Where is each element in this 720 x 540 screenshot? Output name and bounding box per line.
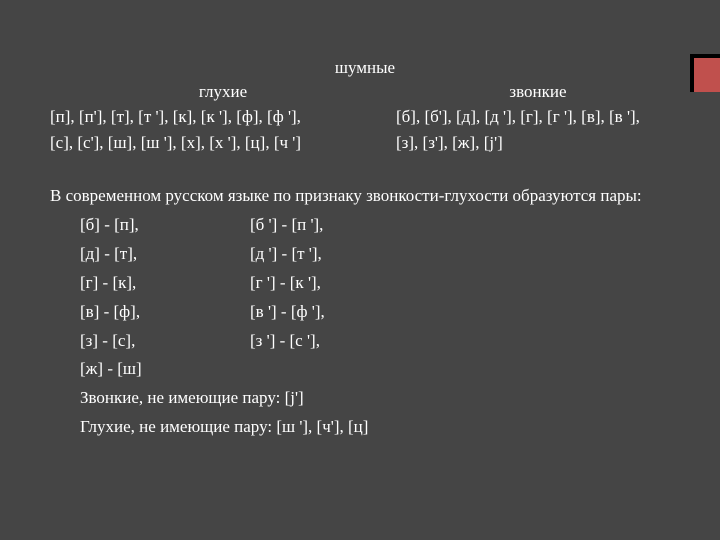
two-columns: глухие [п], [п'], [т], [т '], [к], [к ']… bbox=[50, 82, 680, 157]
col-voiced: звонкие [б], [б'], [д], [д '], [г], [г '… bbox=[396, 82, 680, 157]
pair-right: [д '] - [т '], bbox=[250, 240, 322, 269]
main-title: шумные bbox=[50, 58, 680, 78]
pair-right: [з '] - [с '], bbox=[250, 327, 320, 356]
pair-left: [б] - [п], bbox=[50, 211, 250, 240]
col-voiceless-line1: [п], [п'], [т], [т '], [к], [к '], [ф], … bbox=[50, 104, 396, 130]
pair-row: [з] - [с], [з '] - [с '], bbox=[50, 327, 680, 356]
pairs-list: [б] - [п], [б '] - [п '], [д] - [т], [д … bbox=[50, 211, 680, 384]
pair-left: [з] - [с], bbox=[50, 327, 250, 356]
col-voiceless-head: глухие bbox=[50, 82, 396, 102]
col-voiceless: глухие [п], [п'], [т], [т '], [к], [к ']… bbox=[50, 82, 396, 157]
pair-left: [г] - [к], bbox=[50, 269, 250, 298]
unpaired-voiced: Звонкие, не имеющие пару: [j'] bbox=[50, 384, 680, 413]
col-voiced-head: звонкие bbox=[396, 82, 680, 102]
col-voiced-line1: [б], [б'], [д], [д '], [г], [г '], [в], … bbox=[396, 104, 680, 130]
pair-right: [б '] - [п '], bbox=[250, 211, 323, 240]
pair-left: [ж] - [ш] bbox=[50, 355, 250, 384]
pair-row: [д] - [т], [д '] - [т '], bbox=[50, 240, 680, 269]
slide-body: шумные глухие [п], [п'], [т], [т '], [к]… bbox=[0, 0, 720, 442]
pair-row: [б] - [п], [б '] - [п '], bbox=[50, 211, 680, 240]
col-voiceless-line2: [с], [с'], [ш], [ш '], [х], [х '], [ц], … bbox=[50, 130, 396, 156]
pair-right: [г '] - [к '], bbox=[250, 269, 321, 298]
paragraph: В современном русском языке по признаку … bbox=[50, 183, 680, 209]
pair-right: [в '] - [ф '], bbox=[250, 298, 325, 327]
unpaired-voiceless: Глухие, не имеющие пару: [ш '], [ч'], [ц… bbox=[50, 413, 680, 442]
accent-tab bbox=[690, 54, 720, 92]
pair-row: [ж] - [ш] bbox=[50, 355, 680, 384]
pair-left: [д] - [т], bbox=[50, 240, 250, 269]
pair-left: [в] - [ф], bbox=[50, 298, 250, 327]
pair-row: [г] - [к], [г '] - [к '], bbox=[50, 269, 680, 298]
pair-row: [в] - [ф], [в '] - [ф '], bbox=[50, 298, 680, 327]
col-voiced-line2: [з], [з'], [ж], [j'] bbox=[396, 130, 680, 156]
